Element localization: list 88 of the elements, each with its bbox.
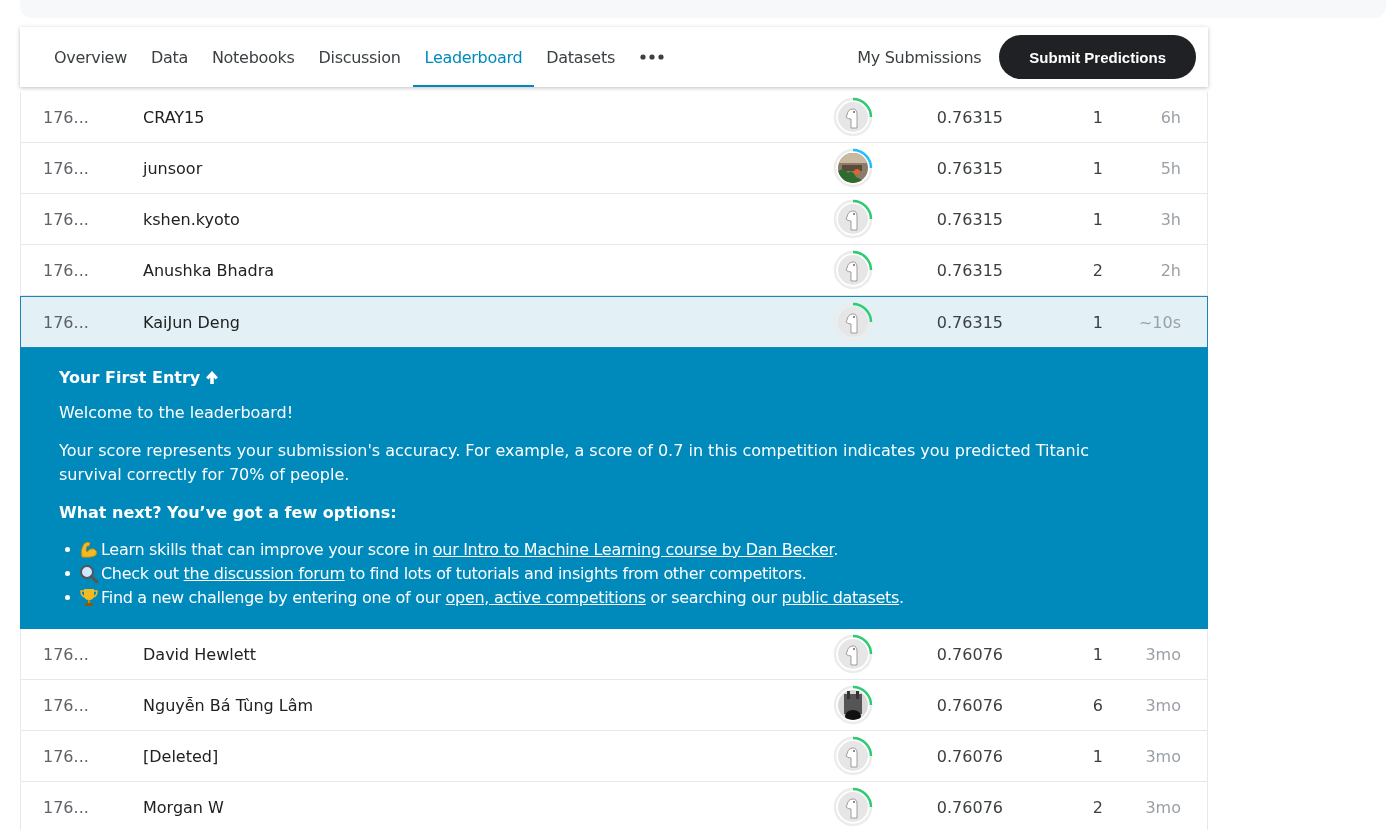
goose-avatar-icon xyxy=(838,792,868,822)
leaderboard-row[interactable]: 176... CRAY15 0.76315 1 6h xyxy=(20,92,1208,143)
welcome-text: Welcome to the leaderboard! xyxy=(59,402,295,424)
leaderboard-row[interactable]: 176... KaiJun Deng 0.76315 1 ~10s xyxy=(20,296,1208,348)
last-submission-time: ~10s xyxy=(1137,312,1181,332)
goose-avatar-icon xyxy=(838,102,868,132)
rank-text: 176... xyxy=(42,797,90,817)
link[interactable]: public datasets xyxy=(781,587,900,607)
goose-avatar-icon xyxy=(838,204,868,234)
team-name: junsoor xyxy=(143,158,204,178)
entries-count: 1 xyxy=(1091,107,1103,127)
last-submission-time: 3mo xyxy=(1144,644,1181,664)
leaderboard-row[interactable]: 176... kshen.kyoto 0.76315 1 3h xyxy=(20,194,1208,245)
last-submission-time: 2h xyxy=(1159,260,1181,280)
option-text: Find a new challenge by entering one of our open, active competitions or searching our public datasets. xyxy=(101,587,904,607)
link[interactable]: open, active competitions xyxy=(445,587,646,607)
team-name: KaiJun Deng xyxy=(143,312,241,332)
leaderboard-row[interactable]: 176... David Hewlett 0.76076 1 3mo xyxy=(20,629,1208,680)
options-heading: What next? You’ve got a few options: xyxy=(59,502,398,524)
goose-avatar-icon xyxy=(838,639,868,669)
leaderboard-row[interactable]: 176... [Deleted] 0.76076 1 3mo xyxy=(20,731,1208,782)
entries-count: 1 xyxy=(1091,209,1103,229)
rank-text: 176... xyxy=(42,746,90,766)
rank-text: 176... xyxy=(42,312,90,332)
goose-avatar-icon xyxy=(838,255,868,285)
team-name: Anushka Bhadra xyxy=(143,260,276,280)
leaderboard-row[interactable]: 176... junsoor 0.76315 1 5h xyxy=(20,143,1208,194)
link[interactable]: our Intro to Machine Learning course by Dan Becker xyxy=(432,539,834,559)
score-text: 0.76076 xyxy=(935,695,1003,715)
goose-avatar-icon xyxy=(838,307,868,337)
tab[interactable]: Leaderboard xyxy=(412,29,535,87)
team-name: David Hewlett xyxy=(143,644,258,664)
score-text: 0.76315 xyxy=(935,312,1003,332)
rank-text: 176... xyxy=(42,644,90,664)
team-name: CRAY15 xyxy=(143,107,206,127)
team-name: Nguyễn Bá Tùng Lâm xyxy=(143,695,315,715)
leaderboard-row[interactable]: 176... Morgan W 0.76076 2 3mo xyxy=(20,782,1208,830)
team-name: Morgan W xyxy=(143,797,225,817)
arrow-up-icon xyxy=(205,370,220,385)
rank-text: 176... xyxy=(42,209,90,229)
entries-count: 2 xyxy=(1091,260,1103,280)
last-submission-time: 3mo xyxy=(1144,797,1181,817)
team-name: kshen.kyoto xyxy=(143,209,241,229)
tab[interactable]: Data xyxy=(138,29,200,87)
description-text: Your score represents your submission's accuracy. For example, a score of 0.7 in this competition indicates you predicted Titanic survival correctly for 70% of people. xyxy=(59,440,1090,486)
tab[interactable]: Datasets xyxy=(534,29,627,87)
score-text: 0.76076 xyxy=(935,746,1003,766)
entries-count: 1 xyxy=(1091,312,1103,332)
tab[interactable]: Discussion xyxy=(306,29,413,87)
entries-count: 1 xyxy=(1091,158,1103,178)
tab[interactable]: Notebooks xyxy=(199,29,307,87)
my-submissions-link[interactable]: My Submissions xyxy=(857,47,982,67)
link[interactable]: the discussion forum xyxy=(183,563,345,583)
rank-text: 176... xyxy=(42,695,90,715)
entries-count: 1 xyxy=(1091,746,1103,766)
team-name: [Deleted] xyxy=(143,746,220,766)
entries-count: 1 xyxy=(1091,644,1103,664)
option-text: Check out the discussion forum to find lots of tutorials and insights from other competitors. xyxy=(101,563,807,583)
rank-text: 176... xyxy=(42,158,90,178)
score-text: 0.76076 xyxy=(935,644,1003,664)
bullet-icon xyxy=(65,594,70,600)
last-submission-time: 5h xyxy=(1159,158,1181,178)
magnifier-icon xyxy=(79,563,99,583)
entries-count: 2 xyxy=(1091,797,1103,817)
leaderboard-row[interactable]: 176... Anushka Bhadra 0.76315 2 2h xyxy=(20,245,1208,296)
last-submission-time: 3mo xyxy=(1144,695,1181,715)
score-text: 0.76315 xyxy=(935,107,1003,127)
score-text: 0.76076 xyxy=(935,797,1003,817)
bullet-icon xyxy=(65,546,70,552)
entries-count: 6 xyxy=(1091,695,1103,715)
goose-avatar-icon xyxy=(838,741,868,771)
last-submission-time: 3h xyxy=(1159,209,1181,229)
score-text: 0.76315 xyxy=(935,209,1003,229)
rank-text: 176... xyxy=(42,107,90,127)
bullet-icon xyxy=(65,570,70,576)
submit-predictions-button[interactable]: Submit Predictions xyxy=(999,35,1196,79)
flexed-arm-icon xyxy=(79,539,99,559)
last-submission-time: 6h xyxy=(1159,107,1181,127)
option-text: Learn skills that can improve your score in our Intro to Machine Learning course by Dan Becker. xyxy=(101,539,839,559)
tab[interactable]: Overview xyxy=(42,29,139,87)
score-text: 0.76315 xyxy=(935,260,1003,280)
panel-title: Your First Entry xyxy=(59,368,201,387)
more-icon[interactable] xyxy=(638,53,665,61)
last-submission-time: 3mo xyxy=(1144,746,1181,766)
leaderboard-row[interactable]: 176... Nguyễn Bá Tùng Lâm 0.76076 6 3mo xyxy=(20,680,1208,731)
rank-text: 176... xyxy=(42,260,90,280)
trophy-icon xyxy=(79,587,99,607)
score-text: 0.76315 xyxy=(935,158,1003,178)
